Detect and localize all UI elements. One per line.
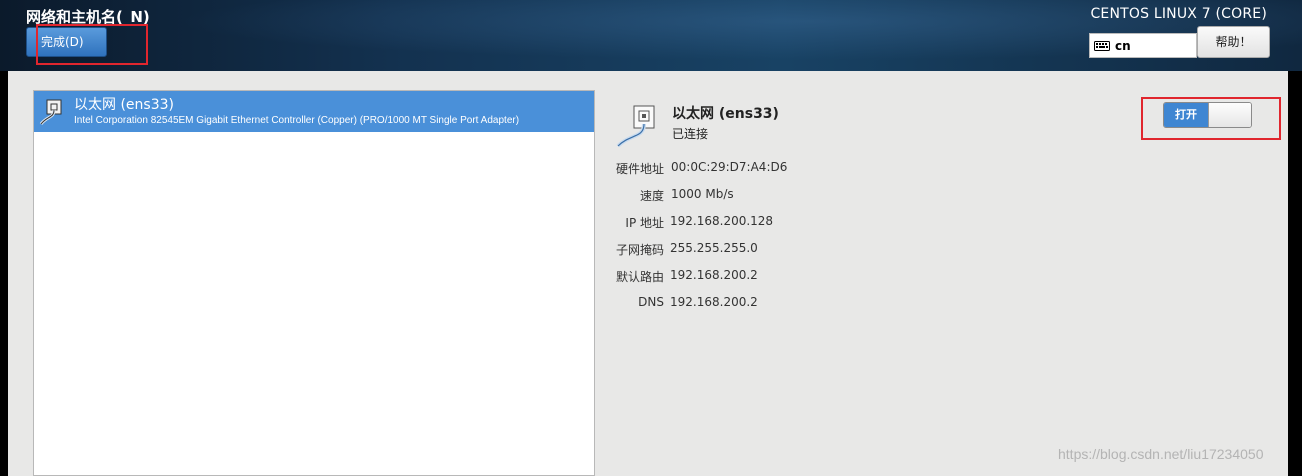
keyboard-layout-label: cn: [1115, 38, 1131, 53]
subnet-mask-row: 子网掩码 255.255.255.0: [600, 241, 1000, 257]
keyboard-layout-indicator[interactable]: cn: [1089, 33, 1197, 58]
speed-label: 速度: [639, 189, 664, 203]
subnet-mask-value: 255.255.255.0: [670, 241, 758, 255]
hardware-address-value: 00:0C:29:D7:A4:D6: [671, 160, 788, 174]
ethernet-device-icon: [616, 105, 655, 148]
device-name: 以太网 (ens33): [74, 97, 174, 113]
left-edge: [0, 71, 8, 476]
subnet-mask-label: 子网掩码: [615, 243, 664, 257]
dns-value: 192.168.200.2: [670, 295, 758, 309]
top-bar: 网络和主机名(_N) 完成(D) CENTOS LINUX 7 (CORE) c…: [0, 0, 1302, 71]
keyboard-icon: [1094, 40, 1110, 51]
speed-value: 1000 Mb/s: [671, 187, 734, 201]
right-edge: [1288, 71, 1302, 476]
ip-address-label: IP 地址: [625, 216, 664, 230]
speed-row: 速度 1000 Mb/s: [600, 187, 1000, 203]
watermark: https://blog.csdn.net/liu17234050: [1058, 446, 1264, 462]
connection-status: 已连接: [672, 127, 709, 141]
ip-address-row: IP 地址 192.168.200.128: [600, 214, 1000, 230]
device-list-item[interactable]: 以太网 (ens33) Intel Corporation 82545EM Gi…: [34, 91, 594, 132]
hardware-address-row: 硬件地址 00:0C:29:D7:A4:D6: [600, 160, 1000, 176]
hardware-address-label: 硬件地址: [615, 162, 664, 176]
default-route-row: 默认路由 192.168.200.2: [600, 268, 1000, 284]
done-button-highlight: [36, 24, 148, 65]
ethernet-cable-icon: [39, 99, 62, 125]
product-name: CENTOS LINUX 7 (CORE): [1090, 6, 1267, 22]
default-route-value: 192.168.200.2: [670, 268, 758, 282]
ip-address-value: 192.168.200.128: [670, 214, 774, 228]
device-description: Intel Corporation 82545EM Gigabit Ethern…: [74, 115, 520, 126]
device-list[interactable]: 以太网 (ens33) Intel Corporation 82545EM Gi…: [33, 90, 595, 476]
default-route-label: 默认路由: [615, 270, 664, 284]
help-button[interactable]: 帮助！: [1197, 26, 1270, 58]
dns-row: DNS 192.168.200.2: [600, 295, 1000, 311]
dns-label: DNS: [638, 295, 664, 309]
detail-device-name: 以太网 (ens33): [672, 106, 779, 122]
toggle-highlight: [1141, 97, 1281, 140]
